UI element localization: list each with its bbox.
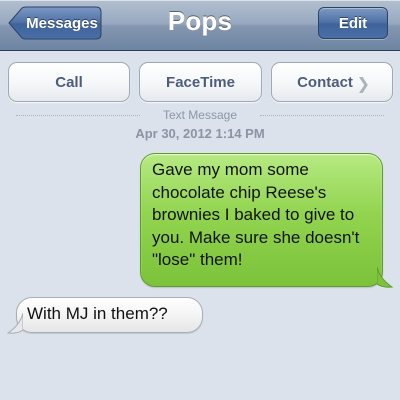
- received-message-text: With MJ in them??: [27, 304, 168, 323]
- message-type-label: Text Message: [162, 108, 238, 122]
- facetime-button-label: FaceTime: [166, 74, 235, 91]
- edit-button[interactable]: Edit: [318, 7, 388, 39]
- edit-button-label: Edit: [338, 15, 368, 32]
- facetime-button[interactable]: FaceTime: [139, 62, 262, 102]
- chevron-right-icon: ❯: [356, 76, 370, 93]
- received-message-bubble[interactable]: With MJ in them??: [16, 297, 203, 333]
- received-bubble-tail: [7, 313, 23, 334]
- navigation-bar: Messages Pops Edit: [0, 0, 400, 51]
- contact-button-label: Contact: [297, 74, 353, 91]
- contact-button[interactable]: Contact ❯: [271, 62, 393, 102]
- call-button[interactable]: Call: [8, 62, 130, 102]
- message-timestamp: Apr 30, 2012 1:14 PM: [135, 126, 265, 141]
- sent-message-bubble[interactable]: Gave my mom some chocolate chip Reese's …: [140, 153, 383, 287]
- call-button-label: Call: [55, 74, 83, 91]
- sent-message-text: Gave my mom some chocolate chip Reese's …: [152, 160, 360, 269]
- sent-bubble-tail: [377, 267, 393, 288]
